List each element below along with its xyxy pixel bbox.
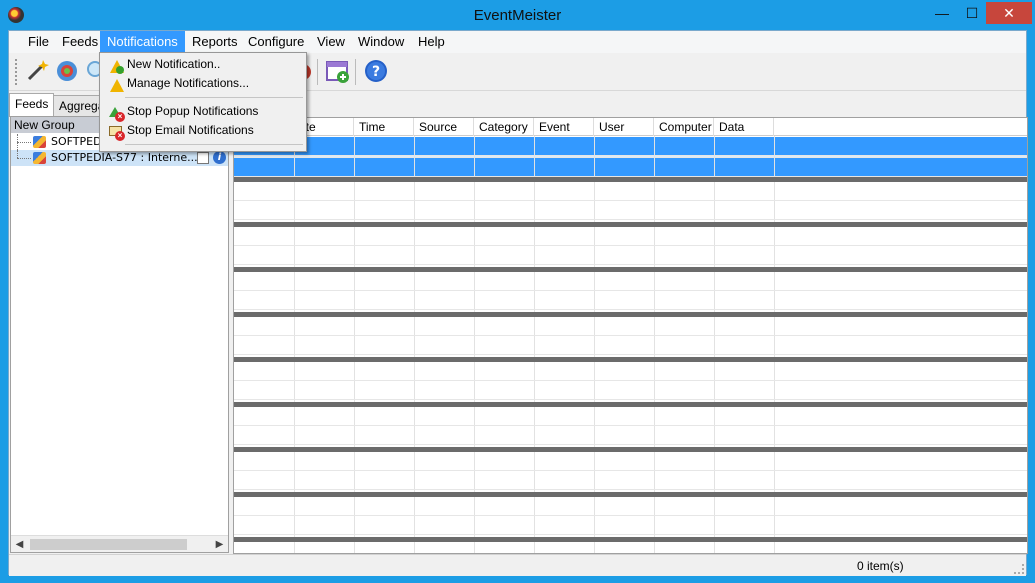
menu-help[interactable]: Help <box>411 31 452 53</box>
menu-bar: File Feeds Notifications Reports Configu… <box>9 31 1026 53</box>
feed-icon <box>33 152 46 164</box>
scrollbar-thumb[interactable] <box>30 539 187 550</box>
tab-aggregate[interactable]: Aggrega <box>53 95 103 117</box>
table-row[interactable] <box>234 317 1027 336</box>
menu-window[interactable]: Window <box>351 31 411 53</box>
menu-item-label: Stop Popup Notifications <box>127 104 259 118</box>
table-row[interactable] <box>234 362 1027 381</box>
notifications-dropdown: New Notification.. Manage Notifications.… <box>99 52 307 152</box>
scroll-left-icon[interactable]: ◀ <box>11 536 28 553</box>
column-event[interactable]: Event <box>534 118 594 136</box>
menu-feeds[interactable]: Feeds <box>55 31 105 53</box>
table-row[interactable] <box>234 471 1027 490</box>
menu-notifications[interactable]: Notifications <box>100 31 185 53</box>
table-row[interactable] <box>234 497 1027 516</box>
menu-item-label: New Notification.. <box>127 57 221 71</box>
warning-icon <box>106 76 124 92</box>
menu-view[interactable]: View <box>310 31 352 53</box>
warning-add-icon <box>106 57 124 74</box>
app-window: EventMeister — ☐ ✕ File Feeds Notificati… <box>0 0 1035 583</box>
tree-item-label: SOFTPEDI <box>51 135 105 148</box>
refresh-icon[interactable] <box>53 57 81 85</box>
menu-separator <box>125 97 303 98</box>
stop-popup-icon: × <box>106 104 125 122</box>
table-row[interactable] <box>234 227 1027 246</box>
svg-text:?: ? <box>372 64 380 80</box>
feeds-pane: Feeds Aggrega New Group SOFTPEDI SOFTPED… <box>9 91 230 554</box>
feed-icon <box>33 136 46 148</box>
table-row[interactable] <box>234 407 1027 426</box>
menu-item-new-notification[interactable]: New Notification.. <box>102 55 304 74</box>
horizontal-scrollbar[interactable]: ◀ ▶ <box>11 535 228 552</box>
menu-item-manage-notifications[interactable]: Manage Notifications... <box>102 74 304 93</box>
item-count: 0 item(s) <box>857 559 904 573</box>
resize-grip-icon[interactable] <box>1014 564 1024 574</box>
wand-icon[interactable] <box>23 57 51 85</box>
menu-item-label: Stop Email Notifications <box>127 123 254 137</box>
tree-connector <box>17 158 31 159</box>
feed-checkbox[interactable] <box>197 152 209 164</box>
tree-connector <box>17 150 18 158</box>
menu-item-stop-popup[interactable]: × Stop Popup Notifications <box>102 102 304 122</box>
scroll-right-icon[interactable]: ▶ <box>211 536 228 553</box>
table-row[interactable] <box>234 246 1027 265</box>
menu-reports[interactable]: Reports <box>185 31 245 53</box>
column-computer[interactable]: Computer <box>654 118 714 136</box>
table-row[interactable] <box>234 452 1027 471</box>
tree-item[interactable]: SOFTPEDIA-S77 : Interne... i <box>11 150 228 166</box>
stop-email-icon: × <box>106 123 125 141</box>
toolbar-separator <box>355 59 356 85</box>
close-button[interactable]: ✕ <box>986 2 1032 24</box>
calendar-add-icon[interactable] <box>323 57 351 85</box>
menu-separator <box>125 144 303 145</box>
menu-item-stop-email[interactable]: × Stop Email Notifications <box>102 121 304 141</box>
column-user[interactable]: User <box>594 118 654 136</box>
feeds-tree: New Group SOFTPEDI SOFTPEDIA-S77 : Inter… <box>10 116 229 553</box>
help-icon[interactable]: ? <box>362 57 390 85</box>
column-source[interactable]: Source <box>414 118 474 136</box>
table-row[interactable] <box>234 137 1027 156</box>
grid-header: ate Time Source Category Event User Comp… <box>234 118 1027 136</box>
title-bar[interactable]: EventMeister — ☐ ✕ <box>0 0 1035 30</box>
tree-connector <box>17 142 31 143</box>
menu-configure[interactable]: Configure <box>241 31 311 53</box>
status-bar: 0 item(s) <box>9 554 1026 576</box>
group-separator <box>234 537 1027 542</box>
table-row[interactable] <box>234 516 1027 535</box>
table-row[interactable] <box>234 272 1027 291</box>
tree-item-label: SOFTPEDIA-S77 : Interne... <box>51 151 198 164</box>
column-category[interactable]: Category <box>474 118 534 136</box>
table-row[interactable] <box>234 182 1027 201</box>
tab-feeds[interactable]: Feeds <box>9 93 55 117</box>
events-grid: ate Time Source Category Event User Comp… <box>233 117 1028 554</box>
table-row[interactable] <box>234 291 1027 310</box>
toolbar-grip[interactable] <box>15 59 18 85</box>
maximize-button[interactable]: ☐ <box>960 2 984 24</box>
window-title: EventMeister <box>473 7 562 24</box>
column-data[interactable]: Data <box>714 118 774 136</box>
table-row[interactable] <box>234 426 1027 445</box>
minimize-button[interactable]: — <box>930 2 954 24</box>
toolbar-separator <box>317 59 318 85</box>
menu-item-label: Manage Notifications... <box>127 76 250 90</box>
info-icon[interactable]: i <box>213 151 226 164</box>
menu-file[interactable]: File <box>21 31 56 53</box>
column-time[interactable]: Time <box>354 118 414 136</box>
table-row[interactable] <box>234 201 1027 220</box>
table-row[interactable] <box>234 158 1027 177</box>
table-row[interactable] <box>234 381 1027 400</box>
table-row[interactable] <box>234 336 1027 355</box>
